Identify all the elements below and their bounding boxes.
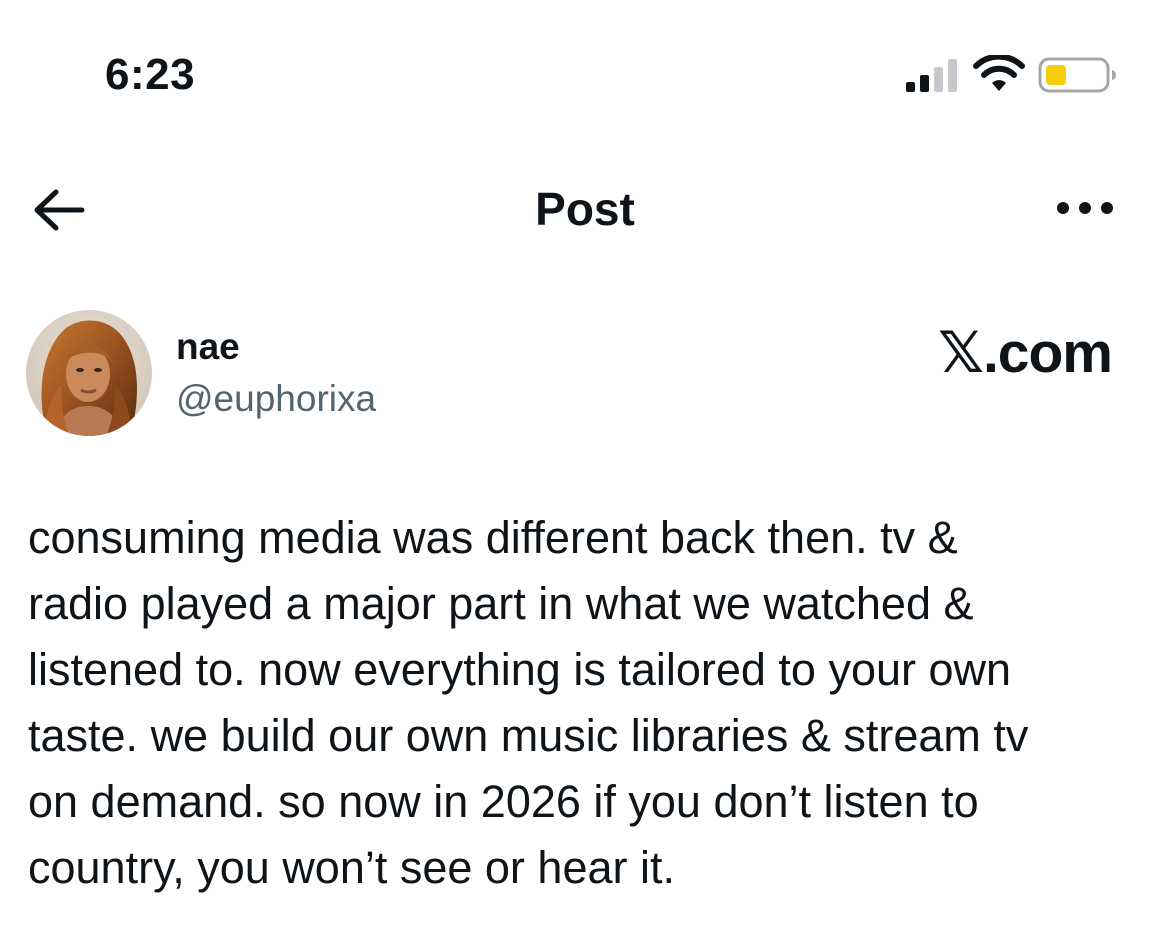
post-text-line: radio played a major part in what we wat…	[28, 578, 974, 629]
post-text-line: consuming media was different back then.…	[28, 512, 958, 563]
more-options-icon[interactable]	[1052, 190, 1118, 226]
author-handle[interactable]: @euphorixa	[176, 378, 376, 420]
top-navigation: Post	[0, 160, 1170, 260]
post-text-line: taste. we build our own music libraries …	[28, 710, 1029, 761]
post-author: nae @euphorixa 𝕏.com	[0, 300, 1170, 450]
avatar[interactable]	[26, 310, 152, 436]
status-time: 6:23	[105, 50, 196, 99]
page-title: Post	[535, 183, 635, 235]
author-name[interactable]: nae	[176, 326, 240, 368]
cellular-signal-icon	[906, 59, 957, 92]
post-text-line: listened to. now everything is tailored …	[28, 644, 1012, 695]
post-text-line: on demand. so now in 2026 if you don’t l…	[28, 776, 979, 827]
status-bar: 6:23	[0, 0, 1170, 150]
post-text: consuming media was different back then.…	[28, 505, 1138, 901]
wifi-icon	[973, 55, 1025, 91]
post-text-line: country, you won’t see or hear it.	[28, 842, 675, 893]
battery-icon	[1038, 57, 1116, 93]
site-watermark: 𝕏.com	[938, 321, 1113, 385]
